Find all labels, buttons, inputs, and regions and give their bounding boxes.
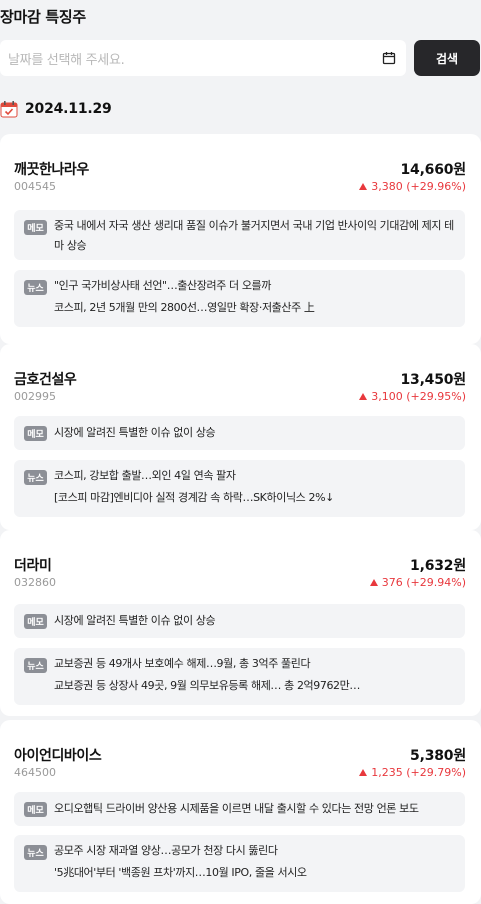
price-change: 3,380 (+29.96%) [359,180,466,193]
stock-card[interactable]: 금호건설우 002995 13,450원 3,100 (+29.95%) 메모 … [0,344,481,530]
date-placeholder: 날짜를 선택해 주세요. [8,52,125,68]
news-headline[interactable]: 코스피, 2년 5개월 만의 2800선…영일만 확장·저출산주 上 [54,298,455,318]
stock-price: 5,380원 [410,748,466,764]
calendar-icon[interactable] [382,51,396,65]
news-box: 뉴스 "인구 국가비상사태 선언"…출산장려주 더 오를까 코스피, 2년 5개… [14,270,465,327]
price-change: 376 (+29.94%) [369,576,466,589]
news-tag: 뉴스 [24,845,47,860]
memo-tag: 메모 [24,614,47,629]
stock-name: 깨끗한나라우 [14,162,89,178]
news-tag: 뉴스 [24,658,47,673]
news-headline[interactable]: '5兆대어'부터 '백종원 프차'까지…10월 IPO, 줄을 서시오 [54,863,455,883]
stock-code: 032860 [14,576,56,589]
page-title: 장마감 특징주 [0,8,86,26]
memo-text: 시장에 알려진 특별한 이슈 없이 상승 [54,426,216,439]
news-headline[interactable]: [코스피 마감]엔비디아 실적 경계감 속 하락…SK하이닉스 2%↓ [54,488,455,508]
news-headline[interactable]: 공모주 시장 재과열 양상…공모가 천장 다시 뚫린다 [54,841,455,861]
news-headline[interactable]: "인구 국가비상사태 선언"…출산장려주 더 오를까 [54,276,455,296]
news-box: 뉴스 교보증권 등 49개사 보호예수 해제…9월, 총 3억주 풀린다 교보증… [14,648,465,705]
price-change-value: 376 (+29.94%) [381,576,466,589]
price-change-value: 3,380 (+29.96%) [371,180,466,193]
stock-code: 004545 [14,180,56,193]
date-label: 2024.11.29 [25,101,112,117]
news-headline[interactable]: 교보증권 등 49개사 보호예수 해제…9월, 총 3억주 풀린다 [54,654,455,674]
stock-name: 금호건설우 [14,372,77,388]
memo-text: 오디오햅틱 드라이버 양산용 시제품을 이르면 내달 출시할 수 있다는 전망 … [54,802,419,815]
price-change: 1,235 (+29.79%) [359,766,466,779]
triangle-up-icon [359,769,368,776]
date-picker-input[interactable]: 날짜를 선택해 주세요. [0,40,406,76]
news-headline[interactable]: 코스피, 강보합 출발…외인 4일 연속 팔자 [54,466,455,486]
news-box: 뉴스 공모주 시장 재과열 양상…공모가 천장 다시 뚫린다 '5兆대어'부터 … [14,835,465,892]
memo-tag: 메모 [24,802,47,817]
stock-name: 더라미 [14,558,52,574]
memo-box: 메모 오디오햅틱 드라이버 양산용 시제품을 이르면 내달 출시할 수 있다는 … [14,792,465,826]
search-button[interactable]: 검색 [414,40,480,76]
stock-price: 1,632원 [410,558,466,574]
news-tag: 뉴스 [24,280,47,295]
triangle-up-icon [359,393,368,400]
memo-text: 중국 내에서 자국 생산 생리대 품질 이슈가 불거지면서 국내 기업 반사이익… [54,219,454,252]
memo-text: 시장에 알려진 특별한 이슈 없이 상승 [54,614,216,627]
search-bar: 날짜를 선택해 주세요. 검색 [0,40,481,76]
stock-card[interactable]: 깨끗한나라우 004545 14,660원 3,380 (+29.96%) 메모… [0,134,481,344]
stock-code: 002995 [14,390,56,403]
date-heading: 2024.11.29 [0,98,112,120]
triangle-up-icon [369,579,378,586]
memo-box: 메모 시장에 알려진 특별한 이슈 없이 상승 [14,604,465,638]
triangle-up-icon [359,183,368,190]
news-tag: 뉴스 [24,470,47,485]
memo-tag: 메모 [24,220,47,235]
calendar-check-icon [0,101,18,118]
price-change: 3,100 (+29.95%) [359,390,466,403]
memo-box: 메모 중국 내에서 자국 생산 생리대 품질 이슈가 불거지면서 국내 기업 반… [14,210,465,260]
news-box: 뉴스 코스피, 강보합 출발…외인 4일 연속 팔자 [코스피 마감]엔비디아 … [14,460,465,517]
memo-box: 메모 시장에 알려진 특별한 이슈 없이 상승 [14,416,465,450]
price-change-value: 3,100 (+29.95%) [371,390,466,403]
stock-price: 13,450원 [400,372,466,388]
stock-name: 아이언디바이스 [14,748,102,764]
stock-price: 14,660원 [400,162,466,178]
stock-card[interactable]: 더라미 032860 1,632원 376 (+29.94%) 메모 시장에 알… [0,530,481,716]
stock-code: 464500 [14,766,56,779]
price-change-value: 1,235 (+29.79%) [371,766,466,779]
stock-card[interactable]: 아이언디바이스 464500 5,380원 1,235 (+29.79%) 메모… [0,720,481,904]
memo-tag: 메모 [24,426,47,441]
news-headline[interactable]: 교보증권 등 상장사 49곳, 9월 의무보유등록 해제… 총 2억9762만… [54,676,455,696]
